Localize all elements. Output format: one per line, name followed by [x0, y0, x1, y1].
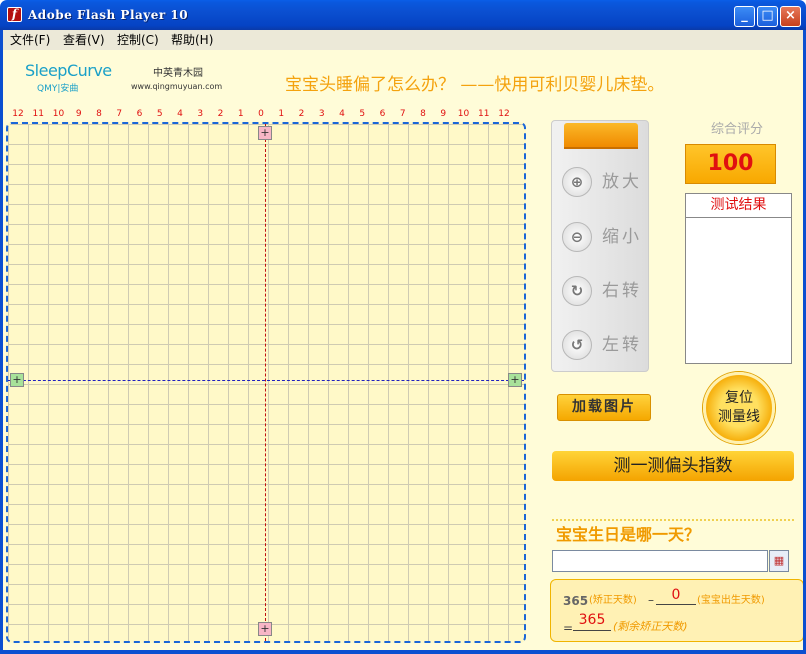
- left-line-handle[interactable]: +: [10, 373, 24, 387]
- result-title: 测试结果: [686, 194, 791, 218]
- title-bar: f Adobe Flash Player 10 _ □ ×: [0, 0, 806, 30]
- ruler-number: 9: [440, 109, 447, 119]
- ruler-number: 2: [217, 109, 224, 119]
- calendar-icon[interactable]: ▦: [769, 550, 789, 572]
- ruler-number: 9: [75, 109, 82, 119]
- birth-days-note: (宝宝出生天数): [697, 595, 765, 606]
- zoom-in-icon: ⊕: [562, 167, 592, 197]
- zoom-in-label: 放大: [602, 172, 642, 192]
- ruler-number: 7: [399, 109, 406, 119]
- menu-file[interactable]: 文件(F): [10, 32, 50, 48]
- ruler-number: 12: [12, 109, 24, 119]
- corrected-days-value: 365: [563, 594, 589, 608]
- remaining-days-value: 365: [573, 609, 611, 631]
- brand-name: 中英青木园: [153, 68, 203, 79]
- brand-url: www.qingmuyuan.com: [131, 82, 223, 91]
- rotate-right-icon: ↻: [562, 276, 592, 306]
- rotate-left-label: 左转: [602, 335, 642, 355]
- reset-label-line1: 复位: [725, 390, 753, 406]
- slogan: 宝宝头睡偏了怎么办？ ——快用可利贝婴儿床垫。: [285, 75, 665, 95]
- ruler-number: 3: [197, 109, 204, 119]
- menu-control[interactable]: 控制(C): [117, 32, 159, 48]
- section-divider: [552, 519, 794, 521]
- grid-lines: [8, 124, 524, 641]
- reset-label-line2: 测量线: [718, 409, 760, 425]
- equals-sign: =: [563, 621, 574, 635]
- zoom-out-button[interactable]: ⊖ 缩小: [556, 212, 646, 262]
- bottom-line-handle[interactable]: +: [258, 622, 272, 636]
- window-frame-bottom: [0, 650, 806, 654]
- zoom-in-button[interactable]: ⊕ 放大: [556, 157, 646, 207]
- close-button[interactable]: ×: [780, 6, 801, 27]
- remaining-days-note: (剩余矫正天数): [613, 620, 688, 633]
- menu-view[interactable]: 查看(V): [63, 32, 105, 48]
- zoom-out-icon: ⊖: [562, 222, 592, 252]
- reset-measure-lines-button[interactable]: 复位 测量线: [703, 372, 775, 444]
- logo-subtext: QMY|安曲: [37, 84, 79, 94]
- rotate-right-button[interactable]: ↻ 右转: [556, 266, 646, 316]
- measurement-grid[interactable]: + + + +: [6, 122, 526, 643]
- rotate-left-button[interactable]: ↺ 左转: [556, 320, 646, 370]
- ruler-number: 7: [116, 109, 123, 119]
- window-title: Adobe Flash Player 10: [28, 8, 189, 22]
- menu-help[interactable]: 帮助(H): [171, 32, 213, 48]
- tool-panel: ⊕ 放大 ⊖ 缩小 ↻ 右转 ↺ 左转: [551, 120, 649, 372]
- vertical-measure-line: [265, 124, 266, 641]
- ruler-number: 5: [156, 109, 163, 119]
- minimize-button[interactable]: _: [734, 6, 755, 27]
- flash-app-icon: f: [7, 7, 22, 22]
- sleepcurve-logo: SleepCurve QMY|安曲: [25, 62, 120, 96]
- tool-panel-tab: [564, 123, 638, 147]
- ruler-number: 6: [379, 109, 386, 119]
- ruler-number: 8: [420, 109, 426, 119]
- ruler-number: 4: [177, 109, 183, 119]
- minus-sign: –: [648, 593, 654, 607]
- score-label: 综合评分: [711, 122, 764, 137]
- ruler-number: 5: [359, 109, 366, 119]
- ruler-number: 10: [457, 109, 470, 119]
- score-value: 100: [685, 144, 776, 184]
- corrected-days-note: (矫正天数): [589, 595, 637, 606]
- birth-days-value: 0: [656, 585, 696, 605]
- right-line-handle[interactable]: +: [508, 373, 522, 387]
- flash-stage: SleepCurve QMY|安曲 中英青木园 www.qingmuyuan.c…: [3, 50, 803, 650]
- ruler-number: 6: [136, 109, 143, 119]
- ruler-number: 10: [52, 109, 65, 119]
- ruler-number: 1: [278, 109, 285, 119]
- horizontal-measure-line: [8, 380, 524, 381]
- ruler-number: 12: [498, 109, 510, 119]
- ruler-number: 8: [96, 109, 102, 119]
- days-calculation-panel: 365 (矫正天数) – 0 (宝宝出生天数) = 365 (剩余矫正天数): [550, 579, 803, 642]
- rotate-left-icon: ↺: [562, 330, 592, 360]
- ruler-number: 2: [298, 109, 305, 119]
- ruler-number: 0: [258, 109, 264, 119]
- birthday-label: 宝宝生日是哪一天？: [556, 525, 701, 544]
- rotate-right-label: 右转: [602, 281, 642, 301]
- logo-text: SleepCurve: [25, 61, 112, 80]
- measure-index-button[interactable]: 测一测偏头指数: [552, 451, 794, 481]
- ruler-number: 3: [318, 109, 325, 119]
- ruler-number: 4: [339, 109, 345, 119]
- ruler-number: 11: [32, 109, 44, 119]
- zoom-out-label: 缩小: [602, 227, 642, 247]
- ruler-number: 1: [237, 109, 244, 119]
- ruler-number: 11: [478, 109, 490, 119]
- load-image-button[interactable]: 加载图片: [557, 394, 651, 421]
- birthday-date-input[interactable]: [552, 550, 768, 572]
- top-line-handle[interactable]: +: [258, 126, 272, 140]
- menu-bar: 文件(F) 查看(V) 控制(C) 帮助(H): [0, 30, 806, 50]
- result-panel: 测试结果: [685, 193, 792, 364]
- maximize-button[interactable]: □: [757, 6, 778, 27]
